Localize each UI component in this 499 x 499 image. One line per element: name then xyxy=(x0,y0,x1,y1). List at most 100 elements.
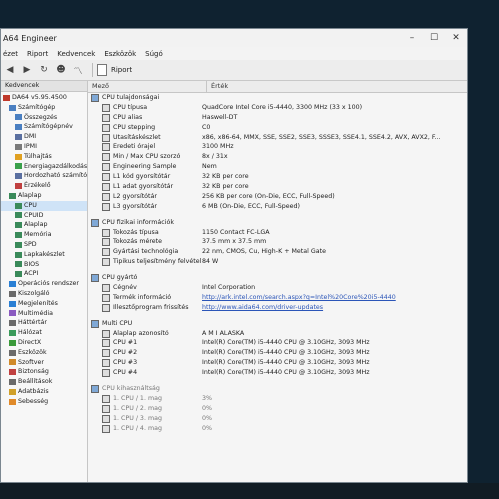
sidebar-item[interactable]: Háttértár xyxy=(1,318,87,328)
detail-row[interactable]: CPU #1 Intel(R) Core(TM) i5-4440 CPU @ 3.… xyxy=(91,338,467,348)
detail-field-cell: Min / Max CPU szorzó xyxy=(91,152,202,162)
detail-link[interactable]: http://www.aida64.com/driver-updates xyxy=(202,303,467,313)
detail-link[interactable]: http://ark.intel.com/search.aspx?q=Intel… xyxy=(202,293,467,303)
detail-row[interactable]: 1. CPU / 4. mag 0% xyxy=(91,424,467,434)
chart-icon[interactable]: 〽 xyxy=(71,64,85,77)
detail-row[interactable]: Min / Max CPU szorzó 8x / 31x xyxy=(91,152,467,162)
detail-row[interactable]: CPU #4 Intel(R) Core(TM) i5-4440 CPU @ 3.… xyxy=(91,368,467,378)
section-header[interactable]: CPU kihasználtság xyxy=(91,384,467,394)
sidebar-item[interactable]: Számítógép xyxy=(1,103,87,113)
sidebar-item[interactable]: Biztonság xyxy=(1,367,87,377)
sidebar-item[interactable]: Érzékelő xyxy=(1,181,87,191)
detail-field-cell: Tokozás mérete xyxy=(91,237,202,247)
detail-row[interactable]: Engineering Sample Nem xyxy=(91,162,467,172)
sidebar-item[interactable]: Összegzés xyxy=(1,113,87,123)
field-icon xyxy=(102,394,110,403)
forward-icon[interactable]: ▶ xyxy=(20,64,34,76)
detail-field-cell: Engineering Sample xyxy=(91,162,202,172)
detail-row[interactable]: CPU #3 Intel(R) Core(TM) i5-4440 CPU @ 3.… xyxy=(91,358,467,368)
detail-field-cell: CPU #1 xyxy=(91,338,202,348)
detail-row[interactable]: Tipikus teljesítmény felvétel 84 W xyxy=(91,257,467,267)
detail-row[interactable]: CPU típusa QuadCore Intel Core i5-4440, 3… xyxy=(91,103,467,113)
sidebar-item[interactable]: Sebesség xyxy=(1,397,87,407)
refresh-icon[interactable]: ↻ xyxy=(37,64,51,76)
sidebar-item[interactable]: DA64 v5.95.4500 xyxy=(1,93,87,103)
sidebar-item[interactable]: Számítógépnév xyxy=(1,122,87,132)
detail-row[interactable]: L3 gyorsítótár 6 MB (On-Die, ECC, Full-Sp… xyxy=(91,202,467,212)
user-icon[interactable]: ☻ xyxy=(54,64,68,76)
detail-row[interactable]: 1. CPU / 2. mag 0% xyxy=(91,404,467,414)
minimize-button[interactable]: – xyxy=(401,33,423,43)
detail-row[interactable]: 1. CPU / 1. mag 3% xyxy=(91,394,467,404)
sidebar-item[interactable]: Lapkakészlet xyxy=(1,250,87,260)
section-header[interactable]: Multi CPU xyxy=(91,319,467,329)
back-icon[interactable]: ◀ xyxy=(3,64,17,76)
menu-tools[interactable]: Eszközök xyxy=(104,50,136,58)
field-icon xyxy=(102,349,110,358)
sidebar-item[interactable]: DirectX xyxy=(1,338,87,348)
detail-field: Illesztőprogram frissítés xyxy=(113,303,189,311)
detail-row[interactable]: Termék információ http://ark.intel.com/se… xyxy=(91,293,467,303)
sidebar-item[interactable]: Megjelenítés xyxy=(1,299,87,309)
section-header[interactable]: CPU gyártó xyxy=(91,273,467,283)
detail-row[interactable]: CPU alias Haswell-DT xyxy=(91,113,467,123)
section-header[interactable]: CPU fizikai információk xyxy=(91,218,467,228)
sidebar-item[interactable]: Túlhajtás xyxy=(1,152,87,162)
sidebar-item[interactable]: CPUID xyxy=(1,211,87,221)
report-button[interactable]: Riport xyxy=(97,64,132,76)
power-icon xyxy=(15,163,22,170)
sidebar-item[interactable]: Multimédia xyxy=(1,309,87,319)
detail-field: L2 gyorsítótár xyxy=(113,192,157,200)
sidebar-header[interactable]: Kedvencek xyxy=(1,81,87,92)
detail-row[interactable]: L2 gyorsítótár 256 KB per core (On-Die, E… xyxy=(91,192,467,202)
detail-row[interactable]: Alaplap azonosító A M I ALASKA xyxy=(91,329,467,339)
column-header-value[interactable]: Érték xyxy=(207,81,228,92)
sidebar-item[interactable]: Hálózat xyxy=(1,328,87,338)
sidebar-item[interactable]: Kiszolgáló xyxy=(1,289,87,299)
sidebar-item[interactable]: Eszközök xyxy=(1,348,87,358)
maximize-button[interactable]: ☐ xyxy=(423,33,445,43)
sidebar-item[interactable]: ACPI xyxy=(1,269,87,279)
detail-field-cell: Termék információ xyxy=(91,293,202,303)
sidebar-item[interactable]: Alaplap xyxy=(1,191,87,201)
detail-row[interactable]: Tokozás mérete 37.5 mm x 37.5 mm xyxy=(91,237,467,247)
sidebar-item[interactable]: Alaplap xyxy=(1,220,87,230)
sidebar-item[interactable]: CPU xyxy=(1,200,87,211)
detail-row[interactable]: Gyártási technológia 22 nm, CMOS, Cu, Hig… xyxy=(91,247,467,257)
sidebar-item[interactable]: SPD xyxy=(1,240,87,250)
column-header-field[interactable]: Mező xyxy=(88,81,207,92)
sidebar-item-label: Háttértár xyxy=(18,319,47,327)
menu-view[interactable]: ézet xyxy=(3,50,18,58)
detail-row[interactable]: Eredeti órajel 3100 MHz xyxy=(91,142,467,152)
field-icon xyxy=(102,359,110,368)
sidebar-item-label: CPUID xyxy=(24,211,44,219)
report-icon xyxy=(97,64,107,76)
sidebar-item[interactable]: IPMI xyxy=(1,142,87,152)
detail-row[interactable]: Illesztőprogram frissítés http://www.aida… xyxy=(91,303,467,313)
detail-row[interactable]: CPU stepping C0 xyxy=(91,123,467,133)
sidebar-item[interactable]: Szoftver xyxy=(1,358,87,368)
menu-favorites[interactable]: Kedvencek xyxy=(57,50,95,58)
sidebar-item[interactable]: Adatbázis xyxy=(1,387,87,397)
field-icon xyxy=(102,192,110,201)
sidebar-item[interactable]: Hordozható számítógép xyxy=(1,171,87,181)
sidebar-item[interactable]: BIOS xyxy=(1,260,87,270)
sidebar-item-label: BIOS xyxy=(24,260,40,268)
field-icon xyxy=(102,143,110,152)
menu-report[interactable]: Riport xyxy=(27,50,48,58)
sidebar-item[interactable]: Beállítások xyxy=(1,377,87,387)
detail-row[interactable]: 1. CPU / 3. mag 0% xyxy=(91,414,467,424)
sidebar-item[interactable]: Energiagazdálkodás xyxy=(1,162,87,172)
sidebar-item[interactable]: Operációs rendszer xyxy=(1,279,87,289)
detail-row[interactable]: L1 kód gyorsítótár 32 KB per core xyxy=(91,172,467,182)
sidebar-item[interactable]: Memória xyxy=(1,230,87,240)
detail-row[interactable]: Tokozás típusa 1150 Contact FC-LGA xyxy=(91,228,467,238)
detail-row[interactable]: L1 adat gyorsítótár 32 KB per core xyxy=(91,182,467,192)
section-header[interactable]: CPU tulajdonságai xyxy=(91,93,467,103)
close-button[interactable]: ✕ xyxy=(445,33,467,43)
detail-row[interactable]: Cégnév Intel Corporation xyxy=(91,283,467,293)
detail-row[interactable]: Utasításkészlet x86, x86-64, MMX, SSE, SS… xyxy=(91,133,467,143)
detail-row[interactable]: CPU #2 Intel(R) Core(TM) i5-4440 CPU @ 3.… xyxy=(91,348,467,358)
menu-help[interactable]: Súgó xyxy=(145,50,163,58)
sidebar-item[interactable]: DMI xyxy=(1,132,87,142)
